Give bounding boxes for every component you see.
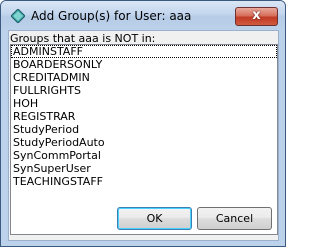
dialog-window: Add Group(s) for User: aaa x Groups that… (0, 0, 286, 247)
list-item[interactable]: SynSuperUser (11, 162, 277, 175)
list-item[interactable]: FULLRIGHTS (11, 84, 277, 97)
cancel-button[interactable]: Cancel (197, 207, 272, 230)
window-title: Add Group(s) for User: aaa (31, 9, 192, 23)
list-item[interactable]: StudyPeriodAuto (11, 136, 277, 149)
list-item[interactable]: HOH (11, 97, 277, 110)
title-bar[interactable]: Add Group(s) for User: aaa x (1, 1, 285, 30)
ok-button[interactable]: OK (117, 207, 192, 230)
ok-button-label: OK (146, 212, 163, 225)
list-item[interactable]: SynCommPortal (11, 149, 277, 162)
cancel-button-label: Cancel (215, 212, 254, 225)
list-item[interactable]: CREDITADMIN (11, 71, 277, 84)
close-icon: x (252, 8, 261, 23)
dialog-body: Groups that aaa is NOT in: ADMINSTAFF BO… (8, 30, 279, 241)
app-icon (11, 9, 25, 23)
close-button[interactable]: x (235, 7, 278, 26)
list-item[interactable]: BOARDERSONLY (11, 58, 277, 71)
list-item[interactable]: StudyPeriod (11, 123, 277, 136)
list-item[interactable]: TEACHINGSTAFF (11, 175, 277, 188)
list-item[interactable]: ADMINSTAFF (11, 45, 277, 58)
list-item[interactable]: REGISTRAR (11, 110, 277, 123)
